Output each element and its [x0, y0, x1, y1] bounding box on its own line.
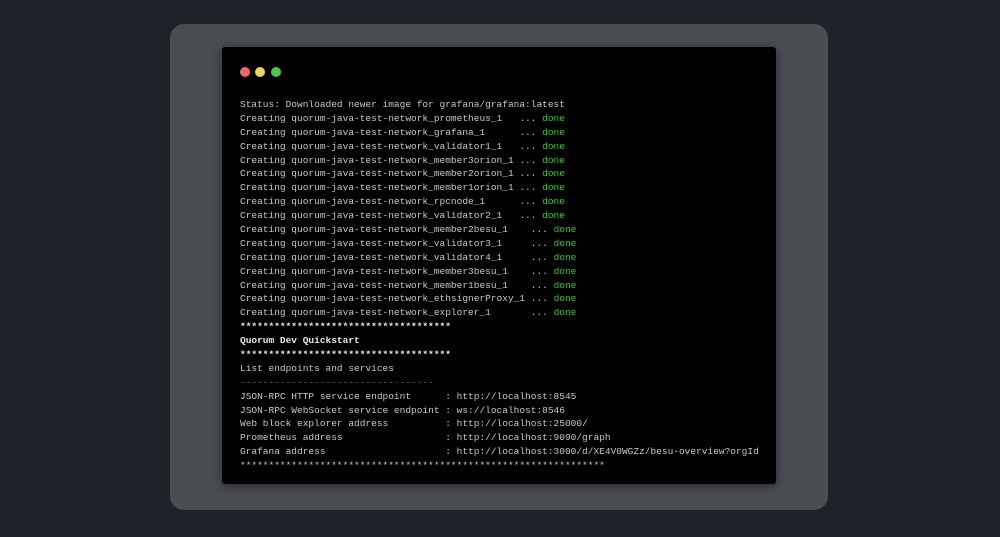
list-title: List endpoints and services — [240, 362, 394, 374]
creating-line: Creating quorum-java-test-network_explor… — [240, 306, 759, 320]
container-name: Creating quorum-java-test-network_grafan… — [240, 126, 543, 138]
creating-line: Creating quorum-java-test-network_valida… — [240, 237, 759, 251]
endpoint-url: http://localhost:8545 — [456, 390, 577, 402]
done-status: done — [553, 279, 577, 291]
endpoint-url: ws://localhost:8546 — [456, 404, 565, 416]
container-name: Creating quorum-java-test-network_valida… — [240, 210, 543, 222]
maximize-window-icon[interactable] — [271, 67, 281, 77]
done-status: done — [553, 307, 577, 319]
container-name: Creating quorum-java-test-network_rpcnod… — [240, 196, 543, 208]
endpoint-line: Web block explorer address : http://loca… — [240, 417, 759, 431]
container-name: Creating quorum-java-test-network_member… — [240, 224, 554, 236]
stars-divider: ****************************************… — [240, 460, 605, 472]
endpoint-label: Prometheus address : — [240, 432, 457, 444]
done-status: done — [553, 224, 577, 236]
container-name: Creating quorum-java-test-network_member… — [240, 154, 543, 166]
creating-line: Creating quorum-java-test-network_ethsig… — [240, 292, 759, 306]
container-name: Creating quorum-java-test-network_promet… — [240, 112, 543, 124]
container-name: Creating quorum-java-test-network_valida… — [240, 237, 554, 249]
creating-line: Creating quorum-java-test-network_rpcnod… — [240, 195, 759, 209]
endpoint-line: JSON-RPC HTTP service endpoint : http://… — [240, 390, 759, 404]
endpoint-url: http://localhost:3000/d/XE4V0WGZz/besu-o… — [456, 446, 759, 458]
done-status: done — [542, 140, 565, 152]
creating-line: Creating quorum-java-test-network_valida… — [240, 140, 759, 154]
creating-line: Creating quorum-java-test-network_member… — [240, 265, 759, 279]
container-name: Creating quorum-java-test-network_ethsig… — [240, 293, 554, 305]
stars-divider: ************************************* — [240, 321, 451, 333]
endpoint-url: http://localhost:25000/ — [456, 418, 588, 430]
close-window-icon[interactable] — [240, 67, 250, 77]
endpoint-line: Grafana address : http://localhost:3000/… — [240, 445, 759, 459]
container-name: Creating quorum-java-test-network_member… — [240, 265, 554, 277]
creating-line: Creating quorum-java-test-network_member… — [240, 167, 759, 181]
minimize-window-icon[interactable] — [255, 67, 265, 77]
container-name: Creating quorum-java-test-network_member… — [240, 279, 554, 291]
container-name: Creating quorum-java-test-network_valida… — [240, 251, 554, 263]
creating-line: Creating quorum-java-test-network_grafan… — [240, 126, 759, 140]
done-status: done — [553, 251, 577, 263]
creating-line: Creating quorum-java-test-network_member… — [240, 154, 759, 168]
done-status: done — [542, 210, 565, 222]
creating-line: Creating quorum-java-test-network_valida… — [240, 209, 759, 223]
creating-line: Creating quorum-java-test-network_member… — [240, 181, 759, 195]
done-status: done — [553, 265, 577, 277]
done-status: done — [542, 126, 565, 138]
stars-divider: ************************************* — [240, 349, 451, 361]
creating-line: Creating quorum-java-test-network_member… — [240, 223, 759, 237]
endpoint-label: Web block explorer address : — [240, 418, 457, 430]
terminal-output: Status: Downloaded newer image for grafa… — [240, 98, 759, 473]
terminal-window: Status: Downloaded newer image for grafa… — [222, 47, 776, 484]
status-line: Status: Downloaded newer image for grafa… — [240, 99, 565, 110]
endpoint-line: Prometheus address : http://localhost:90… — [240, 431, 759, 445]
dash-divider: ---------------------------------- — [240, 376, 434, 388]
container-name: Creating quorum-java-test-network_valida… — [240, 140, 543, 152]
creating-line: Creating quorum-java-test-network_valida… — [240, 251, 759, 265]
endpoint-label: JSON-RPC WebSocket service endpoint : — [240, 404, 457, 416]
container-name: Creating quorum-java-test-network_explor… — [240, 307, 554, 319]
done-status: done — [553, 237, 577, 249]
done-status: done — [542, 112, 565, 124]
endpoint-line: JSON-RPC WebSocket service endpoint : ws… — [240, 404, 759, 418]
done-status: done — [542, 182, 565, 194]
endpoint-label: Grafana address : — [240, 446, 457, 458]
endpoint-label: JSON-RPC HTTP service endpoint : — [240, 390, 457, 402]
quickstart-heading: Quorum Dev Quickstart — [240, 335, 360, 347]
done-status: done — [542, 196, 565, 208]
done-status: done — [553, 293, 577, 305]
creating-line: Creating quorum-java-test-network_promet… — [240, 112, 759, 126]
done-status: done — [542, 154, 565, 166]
endpoint-url: http://localhost:9090/graph — [456, 432, 611, 444]
container-name: Creating quorum-java-test-network_member… — [240, 168, 543, 180]
done-status: done — [542, 168, 565, 180]
container-name: Creating quorum-java-test-network_member… — [240, 182, 543, 194]
creating-line: Creating quorum-java-test-network_member… — [240, 279, 759, 293]
